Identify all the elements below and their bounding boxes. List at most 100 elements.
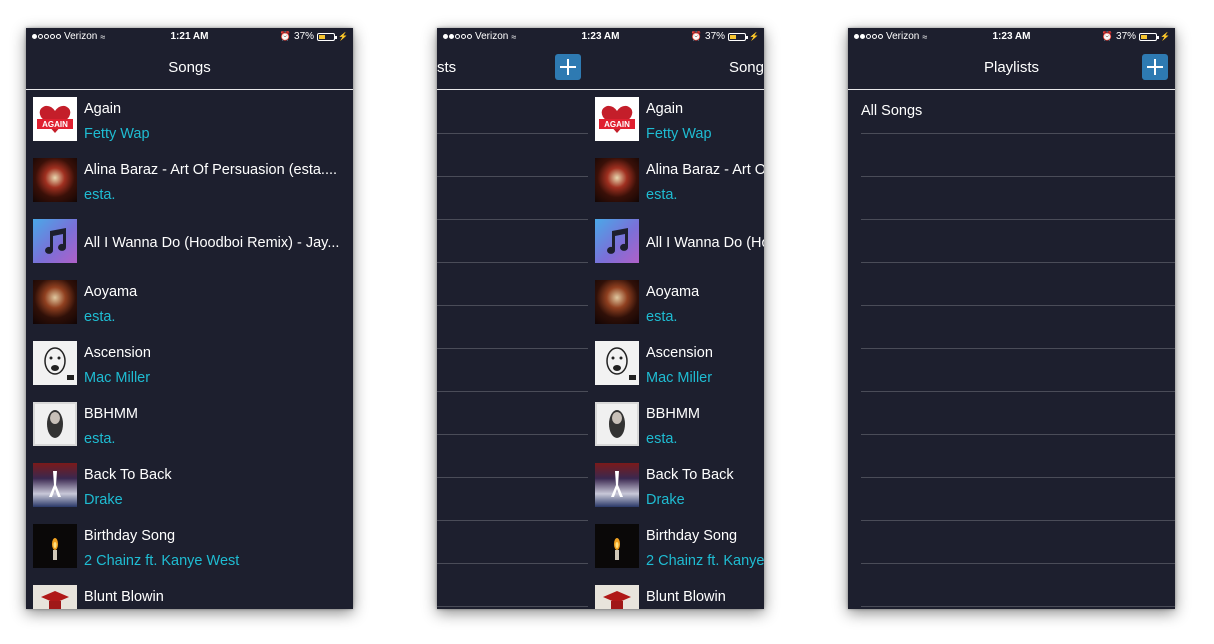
song-row[interactable]: Aoyama esta. bbox=[588, 273, 764, 334]
list-item bbox=[861, 133, 1175, 177]
song-row[interactable]: All I Wanna Do (Hoodboi Remix) - Jay... bbox=[26, 212, 353, 273]
battery-percent: 37% bbox=[1116, 31, 1137, 42]
song-title: BBHMM bbox=[84, 406, 138, 422]
album-art-crowd bbox=[33, 280, 77, 324]
list-item bbox=[861, 563, 1175, 607]
list-item bbox=[437, 219, 588, 263]
transition-screen: Verizon ≈ 1:23 AM ⏰ 37% ⚡ sts Song AGAIN… bbox=[437, 28, 764, 609]
status-bar: Verizon ≈ 1:23 AM ⏰ 37% ⚡ bbox=[437, 28, 764, 45]
list-item bbox=[861, 176, 1175, 220]
song-artist: esta. bbox=[84, 431, 116, 447]
song-row[interactable]: Aoyama esta. bbox=[26, 273, 353, 334]
songs-screen: Verizon ≈ 1:21 AM ⏰ 37% ⚡ Songs AGAIN Ag… bbox=[26, 28, 353, 609]
song-title: Aoyama bbox=[84, 284, 138, 300]
song-title: Blunt Blowin bbox=[84, 589, 164, 605]
alarm-icon: ⏰ bbox=[1101, 31, 1114, 41]
song-title: All I Wanna Do (Hoodboi Remix) - Jay... bbox=[84, 235, 340, 251]
song-row[interactable]: Ascension Mac Miller bbox=[588, 334, 764, 395]
list-item bbox=[437, 563, 588, 607]
song-row[interactable]: Back To Back Drake bbox=[26, 456, 353, 517]
song-artist: esta. bbox=[646, 309, 678, 325]
list-item bbox=[437, 305, 588, 349]
song-row[interactable]: AGAIN Again Fetty Wap bbox=[26, 90, 353, 151]
song-artist: 2 Chainz ft. Kanye bbox=[646, 553, 764, 569]
list-item bbox=[861, 520, 1175, 564]
song-title: All I Wanna Do (Ho bbox=[646, 235, 764, 251]
list-item bbox=[437, 520, 588, 564]
song-title: Ascension bbox=[646, 345, 713, 361]
battery-percent: 37% bbox=[294, 31, 315, 42]
add-playlist-button[interactable] bbox=[555, 54, 581, 80]
song-title: Aoyama bbox=[646, 284, 700, 300]
song-title: Again bbox=[646, 101, 684, 117]
list-item bbox=[861, 262, 1175, 306]
album-art-bbhmm bbox=[595, 402, 639, 446]
svg-text:AGAIN: AGAIN bbox=[42, 120, 68, 129]
music-note-icon bbox=[33, 219, 77, 263]
list-item bbox=[437, 133, 588, 177]
list-item bbox=[437, 176, 588, 220]
album-art-drake bbox=[33, 463, 77, 507]
song-row[interactable]: BBHMM esta. bbox=[588, 395, 764, 456]
list-item bbox=[861, 305, 1175, 349]
page-title: Songs bbox=[168, 59, 211, 76]
song-row[interactable]: Ascension Mac Miller bbox=[26, 334, 353, 395]
song-title: BBHMM bbox=[646, 406, 700, 422]
svg-text:AGAIN: AGAIN bbox=[604, 120, 630, 129]
list-item bbox=[437, 477, 588, 521]
song-row[interactable]: Alina Baraz - Art O esta. bbox=[588, 151, 764, 212]
list-item bbox=[861, 477, 1175, 521]
list-item[interactable] bbox=[437, 90, 588, 134]
song-row[interactable]: All I Wanna Do (Ho bbox=[588, 212, 764, 273]
song-title: Alina Baraz - Art Of Persuasion (esta...… bbox=[84, 162, 338, 178]
song-row[interactable]: Birthday Song 2 Chainz ft. Kanye bbox=[588, 517, 764, 578]
album-art-mac-miller bbox=[595, 341, 639, 385]
song-artist: esta. bbox=[84, 309, 116, 325]
song-artist: Fetty Wap bbox=[646, 126, 712, 142]
alarm-icon: ⏰ bbox=[690, 31, 703, 41]
album-art-candle bbox=[33, 524, 77, 568]
song-row[interactable]: Birthday Song 2 Chainz ft. Kanye West bbox=[26, 517, 353, 578]
album-art-crowd bbox=[595, 280, 639, 324]
add-playlist-button[interactable] bbox=[1142, 54, 1168, 80]
song-row[interactable]: Back To Back Drake bbox=[588, 456, 764, 517]
album-art-again: AGAIN bbox=[595, 97, 639, 141]
song-artist: esta. bbox=[646, 187, 678, 203]
song-title: Back To Back bbox=[646, 467, 734, 483]
battery-percent: 37% bbox=[705, 31, 726, 42]
song-row[interactable]: BBHMM esta. bbox=[26, 395, 353, 456]
song-title: Again bbox=[84, 101, 122, 117]
navigation-bar: Playlists bbox=[848, 45, 1175, 90]
battery-icon bbox=[1139, 32, 1160, 41]
album-art-candle bbox=[595, 524, 639, 568]
song-row[interactable]: AGAIN Again Fetty Wap bbox=[588, 90, 764, 151]
song-title: Alina Baraz - Art O bbox=[646, 162, 764, 178]
song-row[interactable]: Blunt Blowin bbox=[26, 578, 353, 609]
song-artist: esta. bbox=[646, 431, 678, 447]
song-title: Ascension bbox=[84, 345, 151, 361]
status-bar: Verizon ≈ 1:23 AM ⏰ 37% ⚡ bbox=[848, 28, 1175, 45]
navigation-bar: sts Song bbox=[437, 45, 764, 90]
album-art-blunt bbox=[595, 585, 639, 609]
list-item bbox=[861, 391, 1175, 435]
album-art-mac-miller bbox=[33, 341, 77, 385]
charging-icon: ⚡ bbox=[338, 32, 348, 41]
music-note-icon bbox=[595, 219, 639, 263]
song-artist: Mac Miller bbox=[84, 370, 151, 386]
song-artist: Drake bbox=[646, 492, 685, 508]
song-row[interactable]: Alina Baraz - Art Of Persuasion (esta...… bbox=[26, 151, 353, 212]
album-art-again: AGAIN bbox=[33, 97, 77, 141]
song-row[interactable]: Blunt Blowin bbox=[588, 578, 764, 609]
playlist-item-all-songs[interactable]: All Songs bbox=[861, 90, 1175, 134]
song-artist: 2 Chainz ft. Kanye West bbox=[84, 553, 240, 569]
list-item bbox=[437, 348, 588, 392]
page-title: sts bbox=[437, 59, 457, 76]
battery-icon bbox=[317, 32, 338, 41]
alarm-icon: ⏰ bbox=[279, 31, 292, 41]
page-title: Song bbox=[728, 59, 764, 76]
list-item bbox=[437, 434, 588, 478]
playlist-label: All Songs bbox=[861, 103, 923, 119]
list-item bbox=[861, 434, 1175, 478]
page-title: Playlists bbox=[983, 59, 1039, 76]
playlists-screen: Verizon ≈ 1:23 AM ⏰ 37% ⚡ Playlists All … bbox=[848, 28, 1175, 609]
